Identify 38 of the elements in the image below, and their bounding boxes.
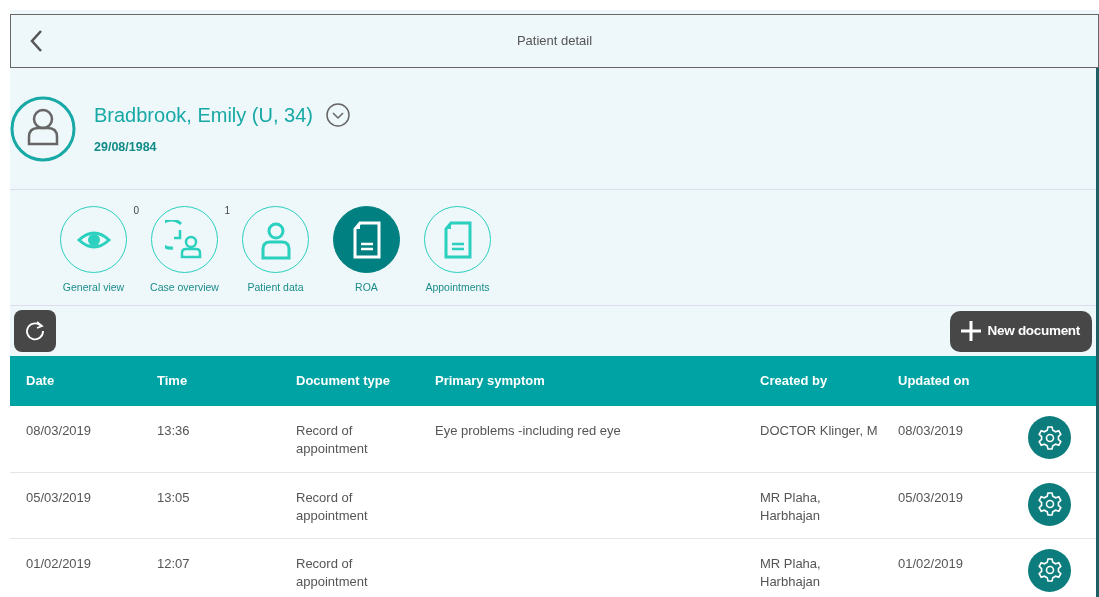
- count-label: 0: [133, 204, 139, 218]
- birth-date: 29/08/1984: [94, 139, 158, 157]
- gear-icon: [1036, 424, 1063, 451]
- count-label: 1: [224, 204, 230, 218]
- column-header[interactable]: Created by: [760, 373, 828, 389]
- table-cell: 13:05: [157, 488, 190, 507]
- table-cell-text: MR Plaha, Harbhajan: [760, 554, 822, 591]
- gear-icon: [1036, 557, 1063, 583]
- avatar-icon: [10, 95, 76, 162]
- table-cell-text: Record of appointment: [296, 554, 369, 591]
- settings-button[interactable]: [1028, 548, 1071, 592]
- table-cell-text: Record of appointment: [296, 422, 369, 458]
- table-cell: 01/02/2019: [898, 554, 964, 573]
- column-header[interactable]: Date: [26, 373, 55, 389]
- refresh-icon: [23, 319, 47, 343]
- table-cell: 12:07: [157, 554, 190, 573]
- table-cell: 13:36: [157, 422, 190, 440]
- table-cell: 05/03/2019: [26, 488, 92, 507]
- table-cell: DOCTOR Klinger, M: [760, 422, 878, 440]
- column-header[interactable]: Time: [157, 373, 188, 389]
- column-header[interactable]: Primary symptom: [435, 373, 545, 389]
- column-header[interactable]: Updated on: [898, 373, 970, 389]
- page-title: Patient detail: [516, 32, 593, 51]
- table-cell: 05/03/2019: [898, 488, 964, 507]
- settings-button[interactable]: [1028, 416, 1071, 459]
- patient-name: Bradbrook, Emily (U, 34): [94, 103, 313, 129]
- table-cell: 01/02/2019: [26, 554, 92, 573]
- settings-button[interactable]: [1028, 482, 1071, 526]
- table-cell: 08/03/2019: [26, 422, 92, 440]
- table-cell: 08/03/2019: [898, 422, 964, 440]
- plus-icon: [959, 320, 982, 342]
- new-document-button[interactable]: New document: [949, 310, 1092, 352]
- table-cell-text: Record of appointment: [296, 488, 369, 525]
- gear-icon: [1036, 491, 1063, 517]
- refresh-button[interactable]: [14, 310, 56, 352]
- table-cell: Eye problems -including red eye: [435, 422, 621, 440]
- chevron-down-icon[interactable]: [325, 103, 350, 128]
- table-cell-text: MR Plaha, Harbhajan: [760, 488, 822, 525]
